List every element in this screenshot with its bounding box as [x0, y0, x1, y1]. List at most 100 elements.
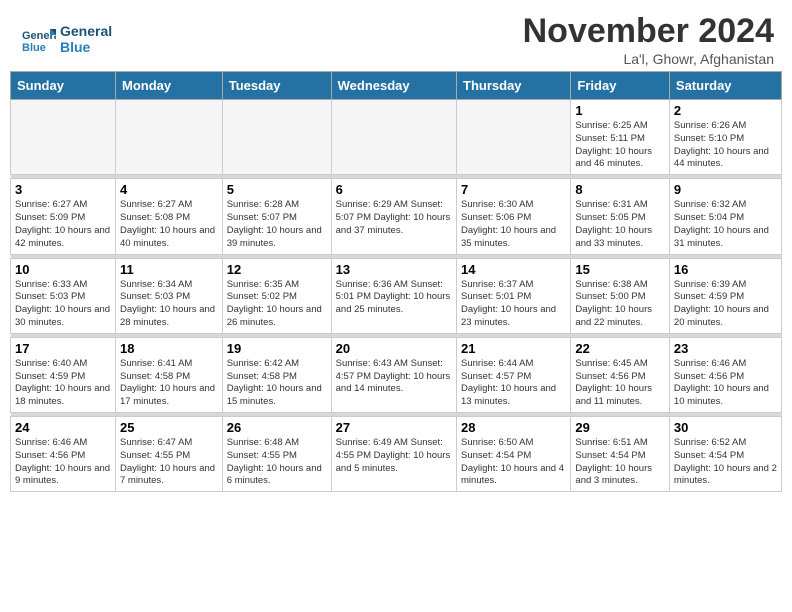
day-info: Sunrise: 6:29 AM Sunset: 5:07 PM Dayligh… [336, 199, 452, 237]
calendar-cell: 10 Sunrise: 6:33 AM Sunset: 5:03 PM Dayli… [11, 258, 116, 333]
day-number: 13 [336, 262, 452, 277]
calendar-cell: 13 Sunrise: 6:36 AM Sunset: 5:01 PM Dayli… [331, 258, 456, 333]
logo: General Blue General Blue [18, 21, 112, 59]
calendar-cell: 18 Sunrise: 6:41 AM Sunset: 4:58 PM Dayli… [115, 337, 222, 412]
day-number: 22 [575, 341, 665, 356]
col-wednesday: Wednesday [331, 72, 456, 100]
calendar-cell [457, 100, 571, 175]
calendar-cell: 5 Sunrise: 6:28 AM Sunset: 5:07 PM Daylig… [222, 179, 331, 254]
logo-icon: General Blue [18, 21, 56, 59]
day-number: 24 [15, 420, 111, 435]
day-info: Sunrise: 6:52 AM Sunset: 4:54 PM Dayligh… [674, 437, 777, 488]
col-monday: Monday [115, 72, 222, 100]
logo-blue: Blue [60, 40, 112, 55]
calendar-cell: 24 Sunrise: 6:46 AM Sunset: 4:56 PM Dayli… [11, 417, 116, 492]
day-info: Sunrise: 6:45 AM Sunset: 4:56 PM Dayligh… [575, 358, 665, 409]
day-info: Sunrise: 6:41 AM Sunset: 4:58 PM Dayligh… [120, 358, 218, 409]
calendar-cell: 9 Sunrise: 6:32 AM Sunset: 5:04 PM Daylig… [669, 179, 781, 254]
svg-text:Blue: Blue [22, 42, 46, 54]
day-number: 26 [227, 420, 327, 435]
calendar-cell: 6Sunrise: 6:29 AM Sunset: 5:07 PM Daylig… [331, 179, 456, 254]
calendar-cell: 2 Sunrise: 6:26 AM Sunset: 5:10 PM Daylig… [669, 100, 781, 175]
col-tuesday: Tuesday [222, 72, 331, 100]
day-number: 21 [461, 341, 566, 356]
day-info: Sunrise: 6:50 AM Sunset: 4:54 PM Dayligh… [461, 437, 566, 488]
day-info: Sunrise: 6:48 AM Sunset: 4:55 PM Dayligh… [227, 437, 327, 488]
calendar-cell: 12Sunrise: 6:35 AM Sunset: 5:02 PM Dayli… [222, 258, 331, 333]
day-info: Sunrise: 6:42 AM Sunset: 4:58 PM Dayligh… [227, 358, 327, 409]
calendar-week-row: 24 Sunrise: 6:46 AM Sunset: 4:56 PM Dayli… [11, 417, 782, 492]
calendar-cell: 17 Sunrise: 6:40 AM Sunset: 4:59 PM Dayli… [11, 337, 116, 412]
day-info: Sunrise: 6:33 AM Sunset: 5:03 PM Dayligh… [15, 279, 111, 330]
day-info: Sunrise: 6:32 AM Sunset: 5:04 PM Dayligh… [674, 199, 777, 250]
col-sunday: Sunday [11, 72, 116, 100]
day-info: Sunrise: 6:35 AM Sunset: 5:02 PM Dayligh… [227, 279, 327, 330]
calendar-cell: 21 Sunrise: 6:44 AM Sunset: 4:57 PM Dayli… [457, 337, 571, 412]
day-info: Sunrise: 6:28 AM Sunset: 5:07 PM Dayligh… [227, 199, 327, 250]
calendar-cell: 16 Sunrise: 6:39 AM Sunset: 4:59 PM Dayli… [669, 258, 781, 333]
day-number: 3 [15, 182, 111, 197]
calendar-cell [331, 100, 456, 175]
day-info: Sunrise: 6:40 AM Sunset: 4:59 PM Dayligh… [15, 358, 111, 409]
calendar-cell [115, 100, 222, 175]
day-info: Sunrise: 6:38 AM Sunset: 5:00 PM Dayligh… [575, 279, 665, 330]
calendar-week-row: 3 Sunrise: 6:27 AM Sunset: 5:09 PM Daylig… [11, 179, 782, 254]
day-info: Sunrise: 6:47 AM Sunset: 4:55 PM Dayligh… [120, 437, 218, 488]
day-number: 9 [674, 182, 777, 197]
calendar-cell: 4 Sunrise: 6:27 AM Sunset: 5:08 PM Daylig… [115, 179, 222, 254]
calendar-cell: 19 Sunrise: 6:42 AM Sunset: 4:58 PM Dayli… [222, 337, 331, 412]
day-info: Sunrise: 6:36 AM Sunset: 5:01 PM Dayligh… [336, 279, 452, 317]
day-info: Sunrise: 6:39 AM Sunset: 4:59 PM Dayligh… [674, 279, 777, 330]
day-info: Sunrise: 6:25 AM Sunset: 5:11 PM Dayligh… [575, 120, 665, 171]
location: La'l, Ghowr, Afghanistan [523, 51, 774, 67]
day-number: 23 [674, 341, 777, 356]
day-info: Sunrise: 6:34 AM Sunset: 5:03 PM Dayligh… [120, 279, 218, 330]
day-number: 19 [227, 341, 327, 356]
calendar-cell: 15Sunrise: 6:38 AM Sunset: 5:00 PM Dayli… [571, 258, 670, 333]
day-number: 17 [15, 341, 111, 356]
day-info: Sunrise: 6:31 AM Sunset: 5:05 PM Dayligh… [575, 199, 665, 250]
calendar-cell: 1Sunrise: 6:25 AM Sunset: 5:11 PM Daylig… [571, 100, 670, 175]
calendar-week-row: 10 Sunrise: 6:33 AM Sunset: 5:03 PM Dayli… [11, 258, 782, 333]
day-info: Sunrise: 6:44 AM Sunset: 4:57 PM Dayligh… [461, 358, 566, 409]
calendar-cell: 27 Sunrise: 6:49 AM Sunset: 4:55 PM Dayli… [331, 417, 456, 492]
day-info: Sunrise: 6:43 AM Sunset: 4:57 PM Dayligh… [336, 358, 452, 396]
calendar-cell: 28 Sunrise: 6:50 AM Sunset: 4:54 PM Dayli… [457, 417, 571, 492]
calendar-cell: 23 Sunrise: 6:46 AM Sunset: 4:56 PM Dayli… [669, 337, 781, 412]
calendar-week-row: 1Sunrise: 6:25 AM Sunset: 5:11 PM Daylig… [11, 100, 782, 175]
header: General Blue General Blue November 2024 … [0, 0, 792, 71]
day-info: Sunrise: 6:27 AM Sunset: 5:08 PM Dayligh… [120, 199, 218, 250]
day-info: Sunrise: 6:46 AM Sunset: 4:56 PM Dayligh… [674, 358, 777, 409]
day-info: Sunrise: 6:46 AM Sunset: 4:56 PM Dayligh… [15, 437, 111, 488]
day-info: Sunrise: 6:49 AM Sunset: 4:55 PM Dayligh… [336, 437, 452, 475]
day-number: 28 [461, 420, 566, 435]
day-number: 5 [227, 182, 327, 197]
calendar-cell: 11 Sunrise: 6:34 AM Sunset: 5:03 PM Dayli… [115, 258, 222, 333]
day-number: 4 [120, 182, 218, 197]
day-number: 30 [674, 420, 777, 435]
logo-general: General [60, 24, 112, 39]
day-number: 11 [120, 262, 218, 277]
day-number: 27 [336, 420, 452, 435]
col-friday: Friday [571, 72, 670, 100]
calendar-cell: 22 Sunrise: 6:45 AM Sunset: 4:56 PM Dayli… [571, 337, 670, 412]
col-saturday: Saturday [669, 72, 781, 100]
day-number: 2 [674, 103, 777, 118]
day-info: Sunrise: 6:30 AM Sunset: 5:06 PM Dayligh… [461, 199, 566, 250]
day-info: Sunrise: 6:51 AM Sunset: 4:54 PM Dayligh… [575, 437, 665, 488]
day-number: 18 [120, 341, 218, 356]
day-number: 10 [15, 262, 111, 277]
day-number: 25 [120, 420, 218, 435]
day-info: Sunrise: 6:27 AM Sunset: 5:09 PM Dayligh… [15, 199, 111, 250]
calendar-cell [11, 100, 116, 175]
day-number: 20 [336, 341, 452, 356]
day-number: 16 [674, 262, 777, 277]
calendar-cell: 7Sunrise: 6:30 AM Sunset: 5:06 PM Daylig… [457, 179, 571, 254]
calendar-cell: 14Sunrise: 6:37 AM Sunset: 5:01 PM Dayli… [457, 258, 571, 333]
calendar-cell: 20 Sunrise: 6:43 AM Sunset: 4:57 PM Dayli… [331, 337, 456, 412]
calendar-cell: 30 Sunrise: 6:52 AM Sunset: 4:54 PM Dayli… [669, 417, 781, 492]
month-title: November 2024 [523, 12, 774, 51]
day-number: 8 [575, 182, 665, 197]
day-info: Sunrise: 6:37 AM Sunset: 5:01 PM Dayligh… [461, 279, 566, 330]
day-info: Sunrise: 6:26 AM Sunset: 5:10 PM Dayligh… [674, 120, 777, 171]
